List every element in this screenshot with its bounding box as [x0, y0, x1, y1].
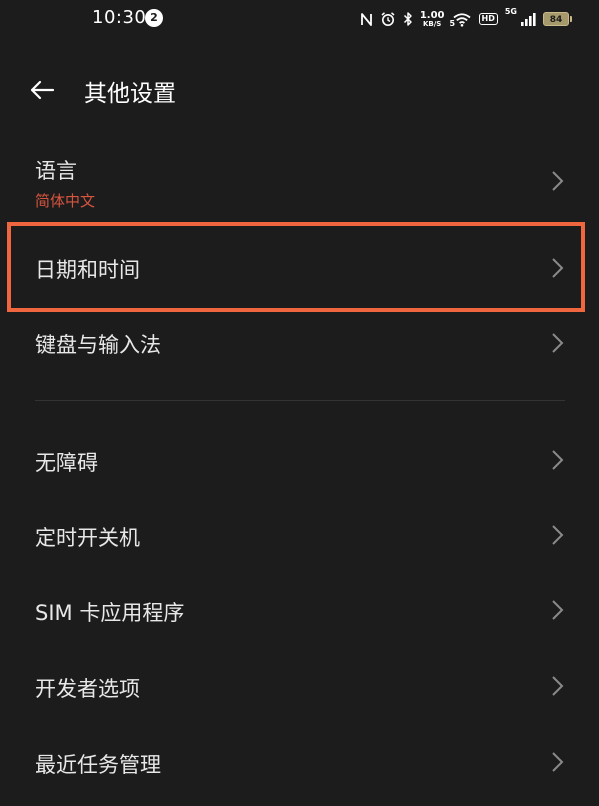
settings-item-label: 键盘与输入法: [35, 333, 161, 357]
settings-item-label: 无障碍: [35, 451, 98, 475]
chevron-right-icon: [552, 752, 564, 772]
network-speed-value: 1.00: [419, 9, 445, 21]
hd-voice-icon: HD: [478, 13, 498, 25]
5g-label: 5G: [504, 7, 517, 16]
chevron-right-icon: [552, 525, 564, 545]
nfc-icon: [360, 12, 373, 27]
page-title: 其他设置: [84, 81, 176, 107]
wifi-band-label: 5: [449, 18, 456, 28]
settings-item-scheduled-power[interactable]: 定时开关机: [0, 500, 599, 570]
status-icons: 1.00 KB/S 5 HD 5G 84: [360, 7, 572, 30]
status-time: 10:30: [92, 7, 147, 28]
bluetooth-icon: [403, 11, 413, 27]
wifi-icon: 5: [449, 12, 472, 28]
settings-item-label: 语言: [35, 159, 77, 183]
chevron-right-icon: [552, 676, 564, 696]
chevron-right-icon: [552, 171, 564, 191]
status-bar: 10:30 2 1.00 KB/S 5 HD 5G 84: [0, 0, 599, 40]
settings-item-label: 定时开关机: [35, 526, 140, 550]
chevron-right-icon: [552, 333, 564, 353]
network-speed-unit: KB/S: [422, 19, 442, 28]
cell-signal-icon: [520, 12, 536, 27]
chevron-right-icon: [552, 258, 564, 278]
back-arrow-icon: [30, 80, 55, 100]
network-speed: 1.00 KB/S: [419, 9, 445, 28]
settings-item-keyboard-input[interactable]: 键盘与输入法: [0, 310, 599, 376]
chevron-right-icon: [552, 600, 564, 620]
battery-icon: 84: [543, 12, 572, 26]
settings-item-label: 最近任务管理: [35, 753, 161, 777]
settings-item-developer-options[interactable]: 开发者选项: [0, 651, 599, 721]
settings-item-value: 简体中文: [35, 192, 96, 210]
page-header: 其他设置: [0, 62, 599, 118]
settings-item-recent-tasks[interactable]: 最近任务管理: [0, 727, 599, 797]
section-divider: [35, 400, 565, 401]
back-button[interactable]: [24, 72, 60, 108]
settings-item-label: SIM 卡应用程序: [35, 601, 185, 625]
chevron-right-icon: [552, 450, 564, 470]
settings-item-sim-apps[interactable]: SIM 卡应用程序: [0, 575, 599, 645]
settings-item-date-time[interactable]: 日期和时间: [0, 230, 599, 306]
settings-item-label: 日期和时间: [35, 258, 140, 282]
settings-item-label: 开发者选项: [35, 677, 140, 701]
settings-item-language[interactable]: 语言 简体中文: [0, 140, 599, 220]
alarm-icon: [380, 11, 396, 27]
settings-item-accessibility[interactable]: 无障碍: [0, 425, 599, 495]
notification-count-badge: 2: [145, 9, 163, 27]
